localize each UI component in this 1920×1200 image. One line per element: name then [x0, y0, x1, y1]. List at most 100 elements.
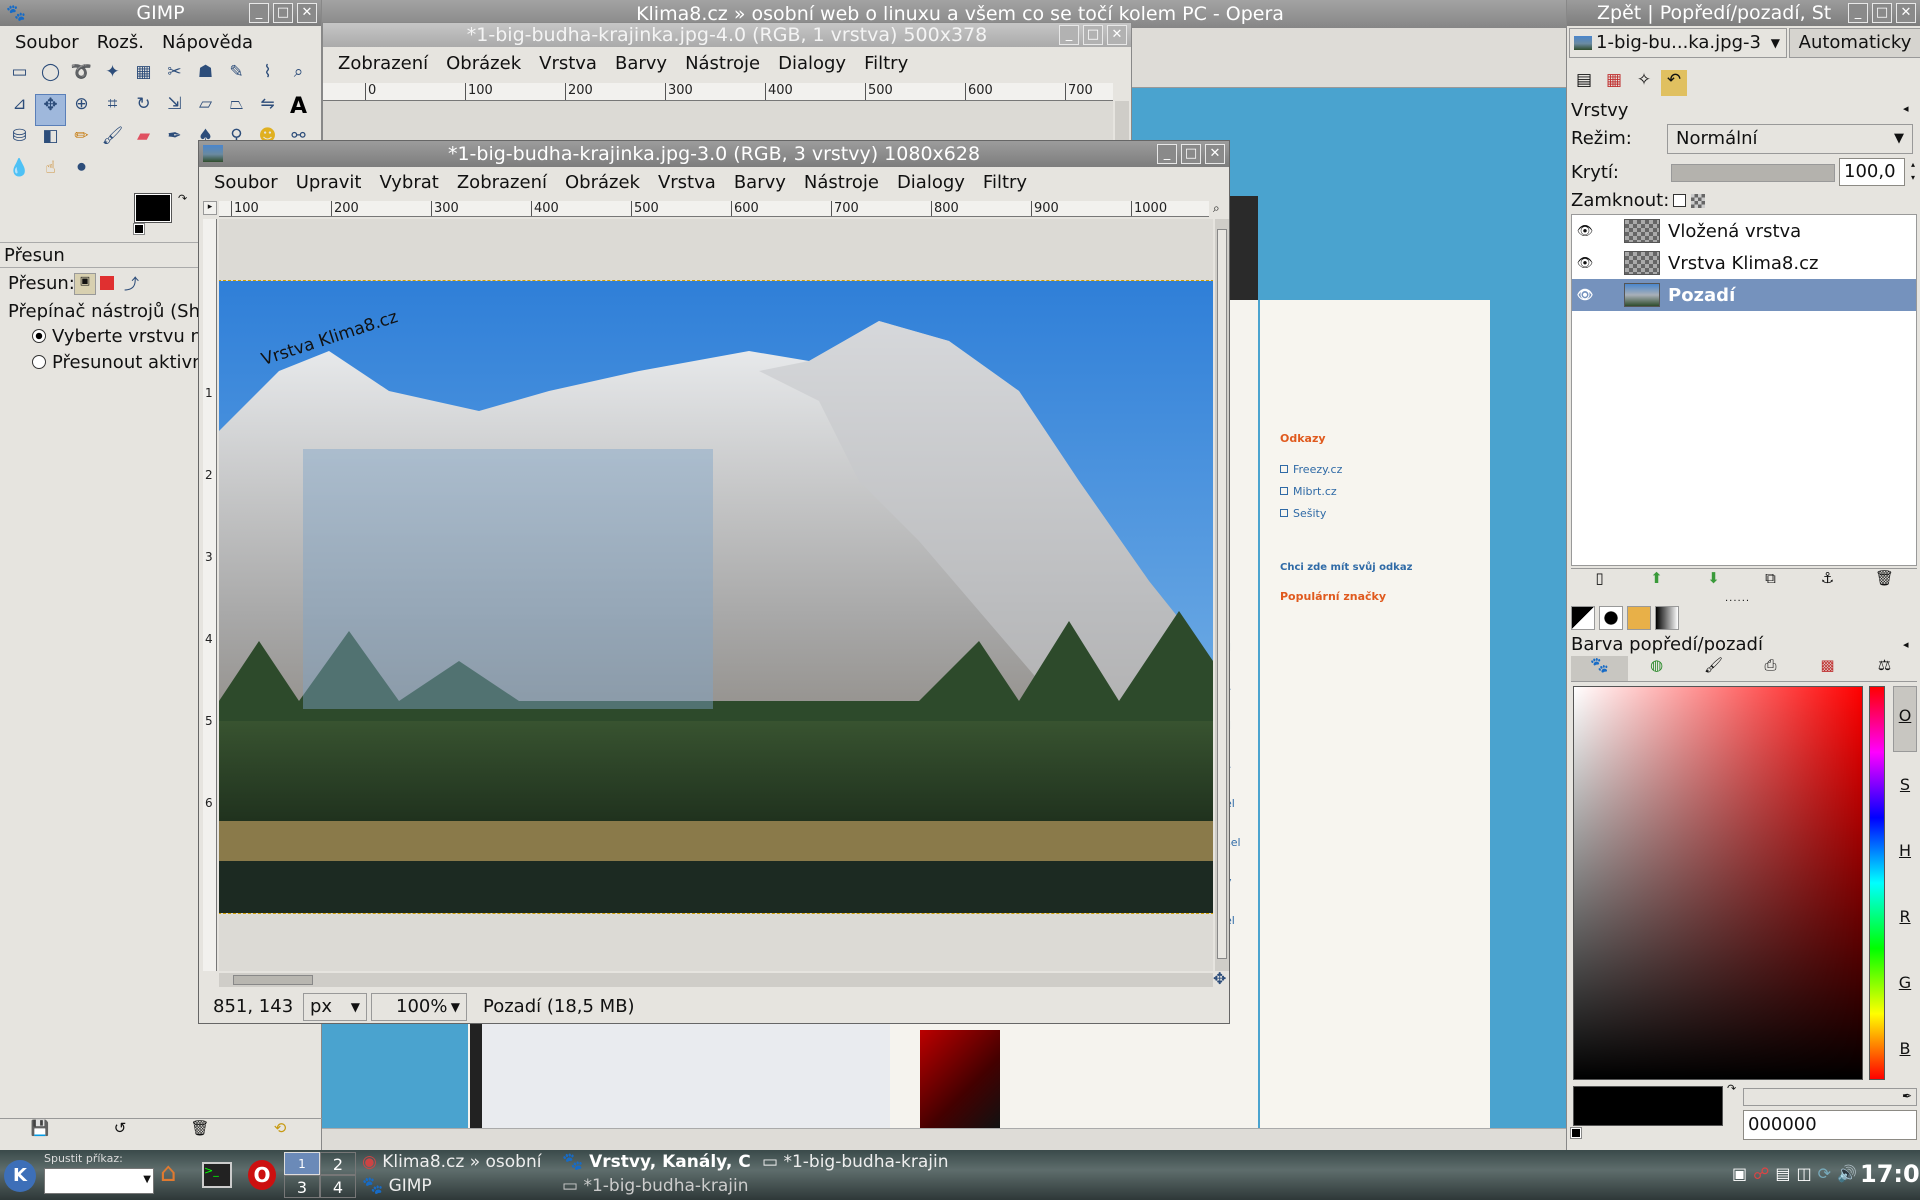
maximize-button[interactable]: □: [1181, 144, 1201, 164]
klipper-icon[interactable]: ▣: [1732, 1164, 1747, 1183]
menu-vrstva[interactable]: Vrstva: [649, 168, 725, 198]
color-picker-button[interactable]: ✒: [1743, 1088, 1917, 1106]
home-icon[interactable]: ⌂: [160, 1158, 177, 1188]
menu-nastroje[interactable]: Nástroje: [795, 168, 888, 198]
duplicate-layer-icon[interactable]: ⧉: [1742, 569, 1799, 594]
gimp-selector-icon[interactable]: 🐾: [1571, 656, 1628, 681]
layer-row[interactable]: 👁 Pozadí: [1572, 279, 1916, 311]
crop-tool-icon[interactable]: ⌗: [97, 94, 128, 126]
radio-pick-layer[interactable]: Vyberte vrstvu n: [32, 326, 202, 347]
menu-obrazek[interactable]: Obrázek: [556, 168, 649, 198]
update-icon[interactable]: ⟳: [1818, 1164, 1831, 1183]
move-path-mode-icon[interactable]: ⤴: [124, 273, 139, 294]
minimize-button[interactable]: _: [1848, 3, 1868, 23]
default-colors-icon[interactable]: [133, 223, 145, 235]
minimize-button[interactable]: _: [1157, 144, 1177, 164]
maximize-button[interactable]: □: [1872, 3, 1892, 23]
lock-alpha-icon[interactable]: [1691, 194, 1705, 208]
menu-zobrazeni[interactable]: Zobrazení: [448, 168, 556, 198]
fuzzy-select-tool-icon[interactable]: ✦: [97, 62, 128, 94]
reset-options-icon[interactable]: ⟲: [240, 1119, 320, 1144]
blend-tool-icon[interactable]: ◧: [35, 126, 66, 158]
flip-tool-icon[interactable]: ⇋: [252, 94, 283, 126]
ellipse-select-tool-icon[interactable]: ◯: [35, 62, 66, 94]
display-icon[interactable]: ◫: [1796, 1164, 1811, 1183]
text-tool-icon[interactable]: A: [283, 94, 314, 126]
desktop-4-button[interactable]: 4: [320, 1175, 356, 1198]
scrollbar-thumb[interactable]: [1217, 229, 1227, 959]
channel-g-button[interactable]: G: [1893, 950, 1917, 1016]
watercolor-selector-icon[interactable]: 🖌: [1685, 656, 1742, 681]
scales-selector-icon[interactable]: ⚖: [1856, 656, 1913, 681]
foreground-color-swatch[interactable]: [134, 193, 172, 223]
measure-tool-icon[interactable]: ⊿: [4, 94, 35, 126]
lasso-tool-icon[interactable]: ➰: [66, 62, 97, 94]
task-layers-dialog[interactable]: 🐾 Vrstvy, Kanály, C: [562, 1152, 758, 1174]
desktop-3-button[interactable]: 3: [284, 1175, 320, 1198]
menu-upravit[interactable]: Upravit: [287, 168, 371, 198]
auto-button[interactable]: Automaticky: [1789, 28, 1920, 58]
add-link[interactable]: Chci zde mít svůj odkaz: [1280, 562, 1412, 573]
move-layer-mode-button[interactable]: ▣: [74, 273, 96, 295]
close-button[interactable]: ✕: [297, 3, 317, 23]
smudge-tool-icon[interactable]: ☝: [35, 158, 66, 190]
close-button[interactable]: ✕: [1107, 25, 1127, 45]
eraser-tool-icon[interactable]: ▰: [128, 126, 159, 158]
hex-color-input[interactable]: 000000: [1743, 1110, 1917, 1140]
image4-title-bar[interactable]: *1-big-budha-krajinka.jpg-4.0 (RGB, 1 vr…: [323, 23, 1131, 47]
new-layer-icon[interactable]: ▯: [1571, 569, 1628, 594]
opera-icon[interactable]: O: [248, 1160, 276, 1190]
menu-barvy[interactable]: Barvy: [606, 49, 676, 79]
foreground-select-tool-icon[interactable]: ☗: [190, 62, 221, 94]
device-icon[interactable]: ▤: [1775, 1164, 1790, 1183]
link-sesity[interactable]: Sešity: [1280, 507, 1326, 520]
visibility-eye-icon[interactable]: 👁: [1572, 256, 1598, 271]
color-square[interactable]: [1573, 686, 1863, 1080]
dodge-burn-tool-icon[interactable]: ⚫: [66, 158, 97, 190]
menu-filtry[interactable]: Filtry: [855, 49, 917, 79]
tab-channels-icon[interactable]: ▦: [1601, 70, 1627, 96]
airbrush-tool-icon[interactable]: ✒: [159, 126, 190, 158]
opacity-slider[interactable]: [1671, 164, 1835, 182]
channel-b-button[interactable]: B: [1893, 1016, 1917, 1082]
delete-options-icon[interactable]: 🗑: [160, 1119, 240, 1144]
image4-vertical-scrollbar[interactable]: [1115, 101, 1129, 141]
menu-soubor[interactable]: Soubor: [205, 168, 287, 198]
rotate-tool-icon[interactable]: ↻: [128, 94, 159, 126]
rect-select-tool-icon[interactable]: ▭: [4, 62, 35, 94]
maximize-button[interactable]: □: [273, 3, 293, 23]
minimize-button[interactable]: _: [249, 3, 269, 23]
tab-brush-icon[interactable]: [1599, 606, 1623, 630]
dock-swap-colors-icon[interactable]: ↷: [1727, 1082, 1736, 1095]
panel-menu-icon[interactable]: ◂: [1903, 638, 1909, 651]
radio-move-active[interactable]: Přesunout aktivn: [32, 352, 204, 373]
scissors-tool-icon[interactable]: ✂: [159, 62, 190, 94]
bucket-fill-tool-icon[interactable]: ⛁: [4, 126, 35, 158]
tab-undo-icon[interactable]: ↶: [1661, 70, 1687, 96]
dock-title-bar[interactable]: Zpět | Popředí/pozadí, St _ □ ✕: [1567, 0, 1920, 26]
swap-colors-icon[interactable]: ↷: [178, 192, 187, 205]
pencil-tool-icon[interactable]: ✏: [66, 126, 97, 158]
close-button[interactable]: ✕: [1896, 3, 1916, 23]
hue-strip[interactable]: [1869, 686, 1885, 1080]
palette-selector-icon[interactable]: ▩: [1799, 656, 1856, 681]
paintbrush-tool-icon[interactable]: 🖌: [97, 126, 128, 158]
volume-icon[interactable]: 🔊: [1837, 1164, 1857, 1183]
menu-vrstva[interactable]: Vrstva: [530, 49, 606, 79]
image-select-combo[interactable]: 1-big-bu...ka.jpg-3 ▼: [1569, 28, 1787, 58]
quick-mask-corner-button[interactable]: ▸: [203, 201, 217, 215]
menu-vybrat[interactable]: Vybrat: [370, 168, 447, 198]
layer-row[interactable]: 👁 Vrstva Klima8.cz: [1572, 247, 1916, 279]
visibility-eye-icon[interactable]: 👁: [1572, 288, 1598, 303]
align-tool-icon[interactable]: ⊕: [66, 94, 97, 126]
visibility-eye-icon[interactable]: 👁: [1572, 224, 1598, 239]
scrollbar-thumb[interactable]: [233, 975, 313, 985]
terminal-icon[interactable]: >_: [202, 1162, 232, 1188]
image3-title-bar[interactable]: *1-big-budha-krajinka.jpg-3.0 (RGB, 3 vr…: [199, 141, 1229, 167]
task-gimp[interactable]: 🐾 GIMP: [362, 1176, 558, 1198]
paths-tool-icon[interactable]: ✎: [221, 62, 252, 94]
menu-barvy[interactable]: Barvy: [725, 168, 795, 198]
image4-canvas[interactable]: [323, 101, 1113, 141]
task-image-4[interactable]: ▭ *1-big-budha-krajin: [562, 1176, 758, 1198]
kde-menu-button[interactable]: K: [4, 1160, 36, 1192]
